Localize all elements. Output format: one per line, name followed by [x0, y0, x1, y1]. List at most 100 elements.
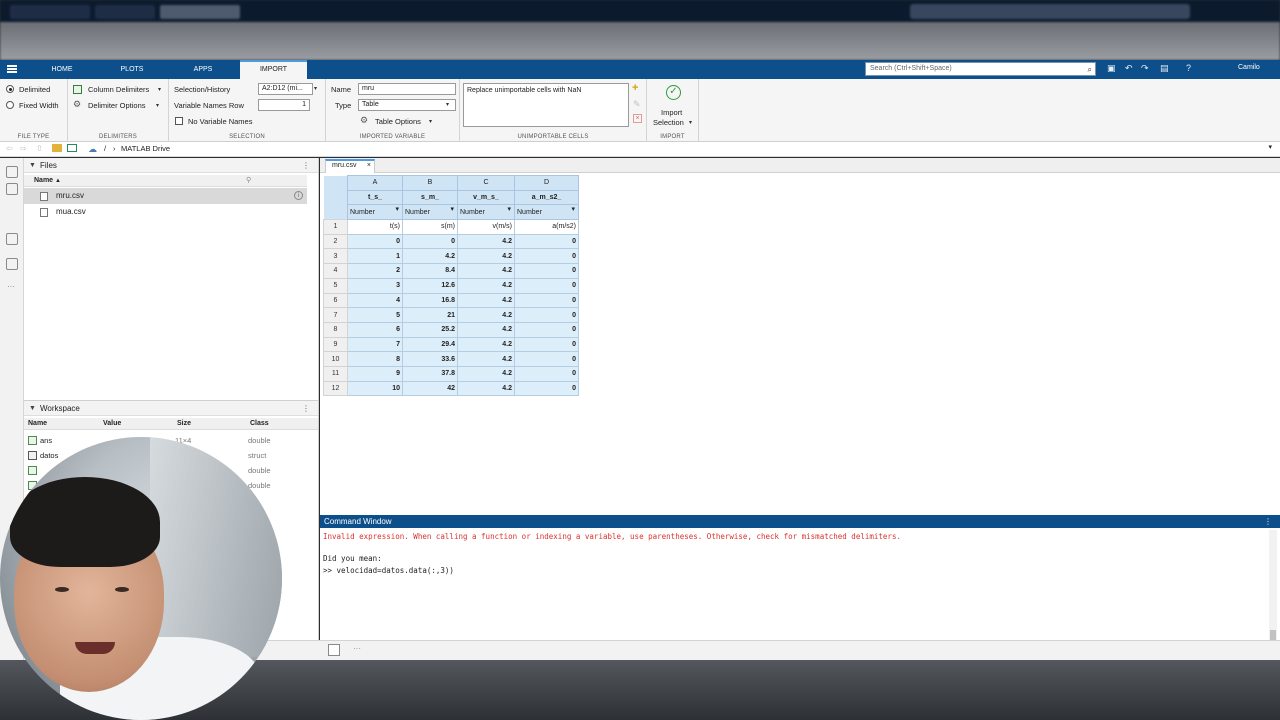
user-menu[interactable]: Camilo: [1238, 64, 1260, 71]
table-cell[interactable]: 8: [347, 351, 403, 367]
undo-icon[interactable]: ↶: [1125, 63, 1133, 74]
redo-icon[interactable]: ↷: [1141, 63, 1149, 74]
table-cell[interactable]: 42: [402, 380, 458, 397]
ws-col-class[interactable]: Class: [250, 418, 269, 430]
rule-item[interactable]: Replace unimportable cells with NaN: [467, 87, 581, 94]
file-name[interactable]: mru.csv: [56, 191, 84, 200]
row-number[interactable]: 7: [323, 307, 348, 323]
edit-icon[interactable]: ✎: [633, 99, 641, 110]
suggested-command[interactable]: >> velocidad=datos.data(:,3)): [323, 566, 454, 575]
row-number[interactable]: 1: [323, 219, 348, 235]
table-cell[interactable]: 0: [514, 365, 579, 382]
help-icon[interactable]: ?: [1186, 63, 1191, 73]
table-cell[interactable]: 2: [347, 263, 403, 279]
row-number[interactable]: 6: [323, 292, 348, 309]
chevron-down-icon[interactable]: ▾: [156, 102, 159, 109]
table-cell[interactable]: 33.6: [402, 351, 458, 367]
table-cell[interactable]: v(m/s): [457, 219, 515, 235]
add-rule-icon[interactable]: +: [632, 82, 638, 94]
table-cell[interactable]: 5: [347, 307, 403, 323]
kebab-menu-icon[interactable]: ⋮: [302, 401, 310, 416]
type-dropdown-cell[interactable]: Number: [402, 204, 458, 221]
import-preview-table[interactable]: A B C D t_s_ s_m_ v_m_s_ a_m_s2_ Number …: [323, 175, 579, 397]
col-letter[interactable]: C: [457, 175, 515, 191]
chevron-down-icon[interactable]: ▾: [1268, 143, 1272, 151]
var-name-cell[interactable]: s_m_: [402, 189, 458, 206]
table-cell[interactable]: 4.2: [457, 307, 515, 323]
table-cell[interactable]: 8.4: [402, 263, 458, 279]
table-cell[interactable]: 4.2: [457, 292, 515, 309]
import-button-line1[interactable]: Import: [661, 108, 682, 117]
table-cell[interactable]: 3: [347, 277, 403, 294]
table-cell[interactable]: 0: [514, 351, 579, 367]
radio-fixed-width[interactable]: [6, 101, 14, 109]
close-icon[interactable]: ×: [367, 161, 371, 171]
table-cell[interactable]: 4.2: [457, 321, 515, 338]
table-cell[interactable]: 37.8: [402, 365, 458, 382]
row-number[interactable]: 11: [323, 365, 348, 382]
table-cell[interactable]: 25.2: [402, 321, 458, 338]
more-icon[interactable]: ···: [7, 282, 15, 291]
file-row[interactable]: mru.csv i: [24, 188, 307, 204]
file-row[interactable]: mua.csv: [24, 204, 307, 220]
kebab-menu-icon[interactable]: ⋮: [1264, 515, 1272, 528]
layout-icon[interactable]: ▤: [1160, 63, 1169, 74]
address-folder[interactable]: MATLAB Drive: [121, 144, 170, 153]
files-panel-icon[interactable]: [6, 166, 18, 178]
collapse-icon[interactable]: ▼: [29, 158, 36, 173]
ws-col-size[interactable]: Size: [177, 418, 191, 430]
row-number[interactable]: 10: [323, 351, 348, 367]
browse-folder-icon[interactable]: [52, 144, 62, 152]
chevron-down-icon[interactable]: ▾: [314, 85, 317, 92]
workspace-panel-icon[interactable]: [6, 183, 18, 195]
var-names-row-stepper[interactable]: 1: [258, 99, 310, 111]
more-icon[interactable]: ···: [353, 644, 361, 653]
table-cell[interactable]: 4.2: [457, 277, 515, 294]
table-cell[interactable]: 4.2: [457, 248, 515, 265]
table-cell[interactable]: 0: [514, 277, 579, 294]
file-name[interactable]: mua.csv: [56, 207, 86, 216]
chevron-down-icon[interactable]: ▾: [429, 118, 432, 125]
command-window[interactable]: Command Window ⋮ Invalid expression. Whe…: [320, 515, 1280, 660]
search-input[interactable]: Search (Ctrl+Shift+Space) ⌕: [865, 62, 1096, 76]
tab-plots[interactable]: PLOTS: [110, 60, 154, 79]
workspace-panel-header[interactable]: ▼ Workspace ⋮: [24, 401, 318, 416]
table-cell[interactable]: 12.6: [402, 277, 458, 294]
delimiter-options-button[interactable]: Delimiter Options: [88, 101, 146, 110]
row-number[interactable]: 2: [323, 233, 348, 250]
table-cell[interactable]: 0: [514, 263, 579, 279]
chevron-down-icon[interactable]: ▾: [689, 119, 692, 126]
tab-mru-csv[interactable]: mru.csv ×: [325, 159, 375, 173]
type-dropdown-cell[interactable]: Number: [514, 204, 579, 221]
row-number[interactable]: 9: [323, 336, 348, 353]
collapse-icon[interactable]: ▼: [29, 401, 36, 416]
table-cell[interactable]: 4.2: [457, 380, 515, 397]
table-cell[interactable]: 0: [514, 248, 579, 265]
var-name-cell[interactable]: a_m_s2_: [514, 189, 579, 206]
history-panel-icon[interactable]: [6, 233, 18, 245]
variable-name-input[interactable]: mru: [358, 83, 456, 95]
files-col-name[interactable]: Name: [34, 177, 53, 184]
delete-rule-icon[interactable]: ×: [633, 114, 642, 123]
radio-delimited[interactable]: [6, 85, 14, 93]
table-cell[interactable]: 1: [347, 248, 403, 265]
table-cell[interactable]: 4.2: [457, 351, 515, 367]
no-var-names-checkbox[interactable]: [175, 117, 183, 125]
info-icon[interactable]: i: [294, 191, 303, 200]
var-name-cell[interactable]: t_s_: [347, 189, 403, 206]
table-cell[interactable]: 0: [514, 321, 579, 338]
filter-icon[interactable]: ⚲: [246, 175, 251, 187]
row-number[interactable]: 3: [323, 248, 348, 265]
tab-import[interactable]: IMPORT: [240, 60, 307, 79]
table-cell[interactable]: 0: [514, 380, 579, 397]
save-icon[interactable]: ▣: [1107, 63, 1116, 74]
table-cell[interactable]: 0: [514, 336, 579, 353]
col-letter[interactable]: B: [402, 175, 458, 191]
col-letter[interactable]: D: [514, 175, 579, 191]
ws-col-value[interactable]: Value: [103, 418, 121, 430]
table-cell[interactable]: 0: [402, 233, 458, 250]
tab-apps[interactable]: APPS: [181, 60, 225, 79]
back-arrow-icon[interactable]: ⇦: [6, 144, 13, 153]
row-number[interactable]: 4: [323, 263, 348, 279]
table-cell[interactable]: t(s): [347, 219, 403, 235]
